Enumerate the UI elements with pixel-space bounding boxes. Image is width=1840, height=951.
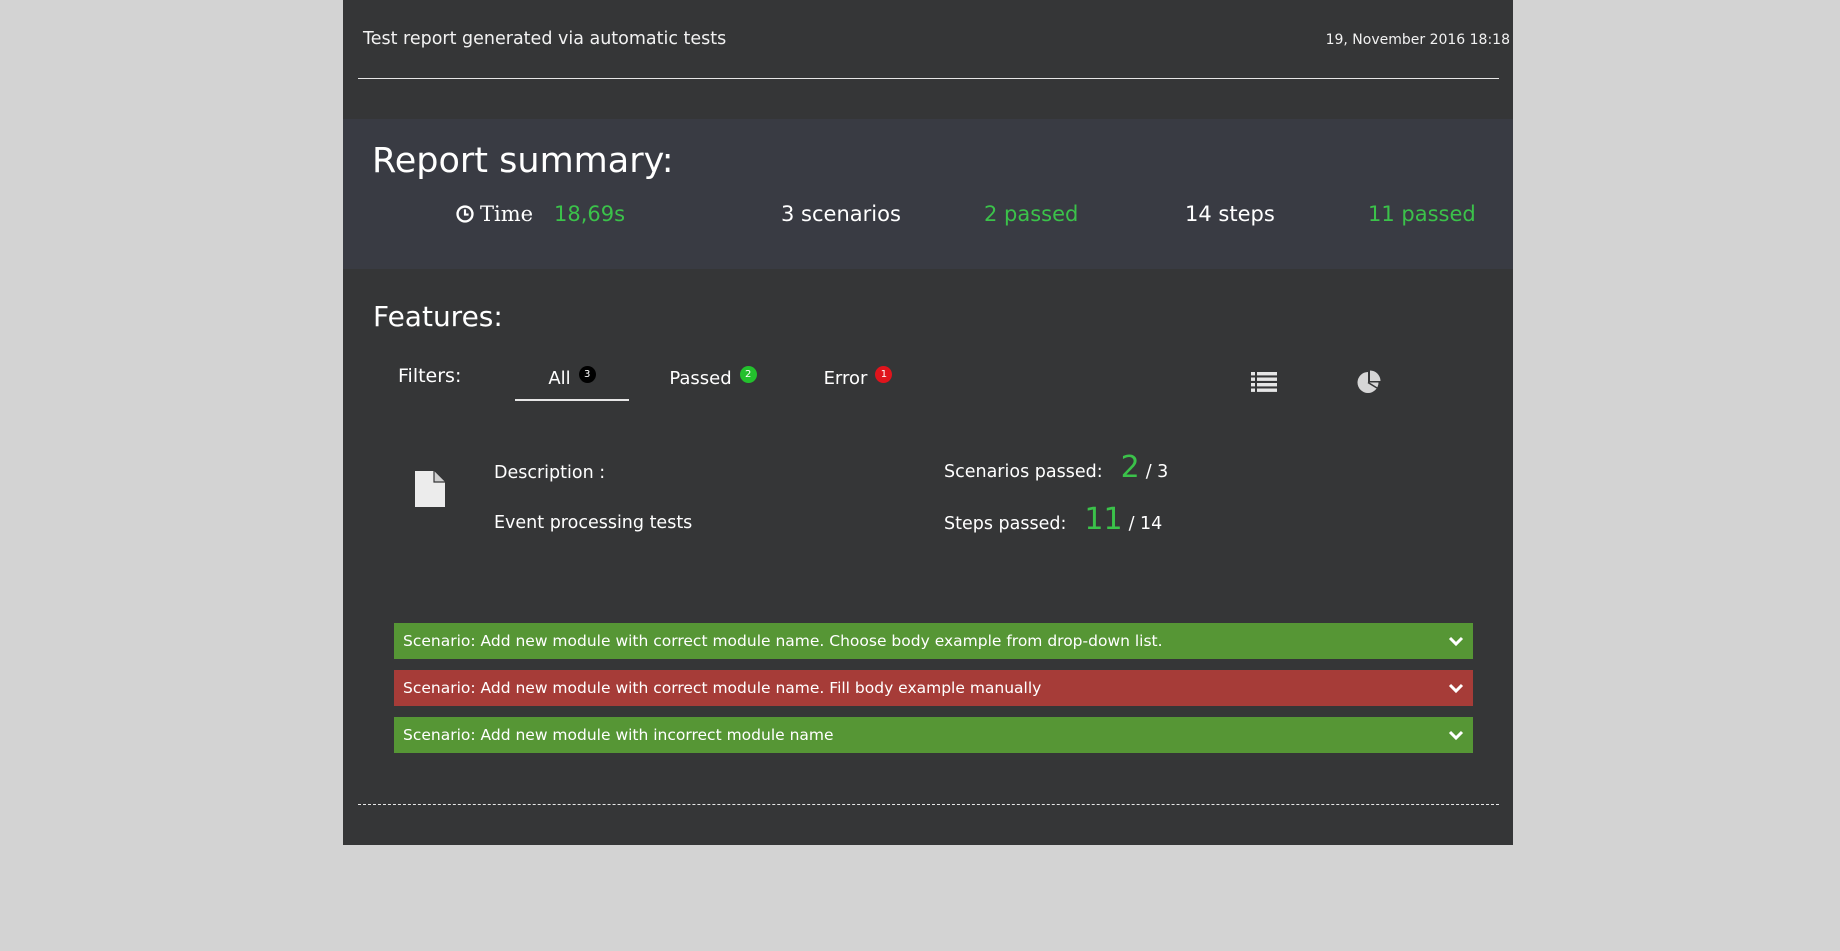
steps-passed-label: Steps passed: [944,514,1067,534]
clock-icon [456,205,474,223]
scenarios-total: / 3 [1145,462,1169,482]
report-panel: Test report generated via automatic test… [343,0,1513,845]
filter-tab-error[interactable]: Error 1 [813,363,903,399]
steps-passed: 11 passed [1368,202,1476,226]
scenario-row[interactable]: Scenario: Add new module with incorrect … [394,717,1473,753]
scenario-row[interactable]: Scenario: Add new module with correct mo… [394,670,1473,706]
list-icon[interactable] [1250,370,1278,394]
scenarios-passed-stat: Scenarios passed: 2 / 3 [944,450,1168,485]
steps-passed-value: 11 [1084,502,1123,537]
time-label: Time [456,202,533,226]
scenarios-count: 3 scenarios [781,202,901,226]
report-summary: Report summary: Time 18,69s 3 scenarios … [343,119,1513,269]
document-icon [415,471,445,507]
summary-title: Report summary: [372,141,674,181]
chevron-down-icon [1448,683,1464,694]
features-title: Features: [373,300,503,333]
filter-tab-all[interactable]: All 3 [515,363,629,401]
chevron-down-icon [1448,730,1464,741]
description-label: Description : [494,463,606,483]
time-label-text: Time [480,202,534,226]
scenario-row[interactable]: Scenario: Add new module with correct mo… [394,623,1473,659]
pie-chart-icon[interactable] [1355,369,1383,395]
scenarios-passed-value: 2 [1120,450,1140,485]
header-divider [358,78,1499,79]
filters-label: Filters: [398,365,462,387]
scenario-title: Scenario: Add new module with incorrect … [403,726,834,744]
description-value: Event processing tests [494,513,693,533]
steps-total: / 14 [1128,514,1163,534]
report-header: Test report generated via automatic test… [343,0,1513,80]
filter-tab-passed[interactable]: Passed 2 [663,363,763,399]
steps-passed-stat: Steps passed: 11 / 14 [944,502,1162,537]
scenarios-passed-label: Scenarios passed: [944,462,1103,482]
footer-divider [358,804,1499,805]
count-badge: 2 [739,366,757,383]
filter-tab-label: Error [823,368,868,389]
scenario-title: Scenario: Add new module with correct mo… [403,632,1163,650]
filter-tab-label: All [548,368,571,389]
time-value: 18,69s [554,202,626,226]
report-title: Test report generated via automatic test… [363,29,727,49]
report-date: 19, November 2016 18:18 [1325,32,1510,48]
steps-count: 14 steps [1185,202,1275,226]
scenarios-passed: 2 passed [984,202,1079,226]
count-badge: 1 [875,366,893,383]
count-badge: 3 [578,366,596,383]
chevron-down-icon [1448,636,1464,647]
filter-tab-label: Passed [669,368,732,389]
scenario-title: Scenario: Add new module with correct mo… [403,679,1042,697]
